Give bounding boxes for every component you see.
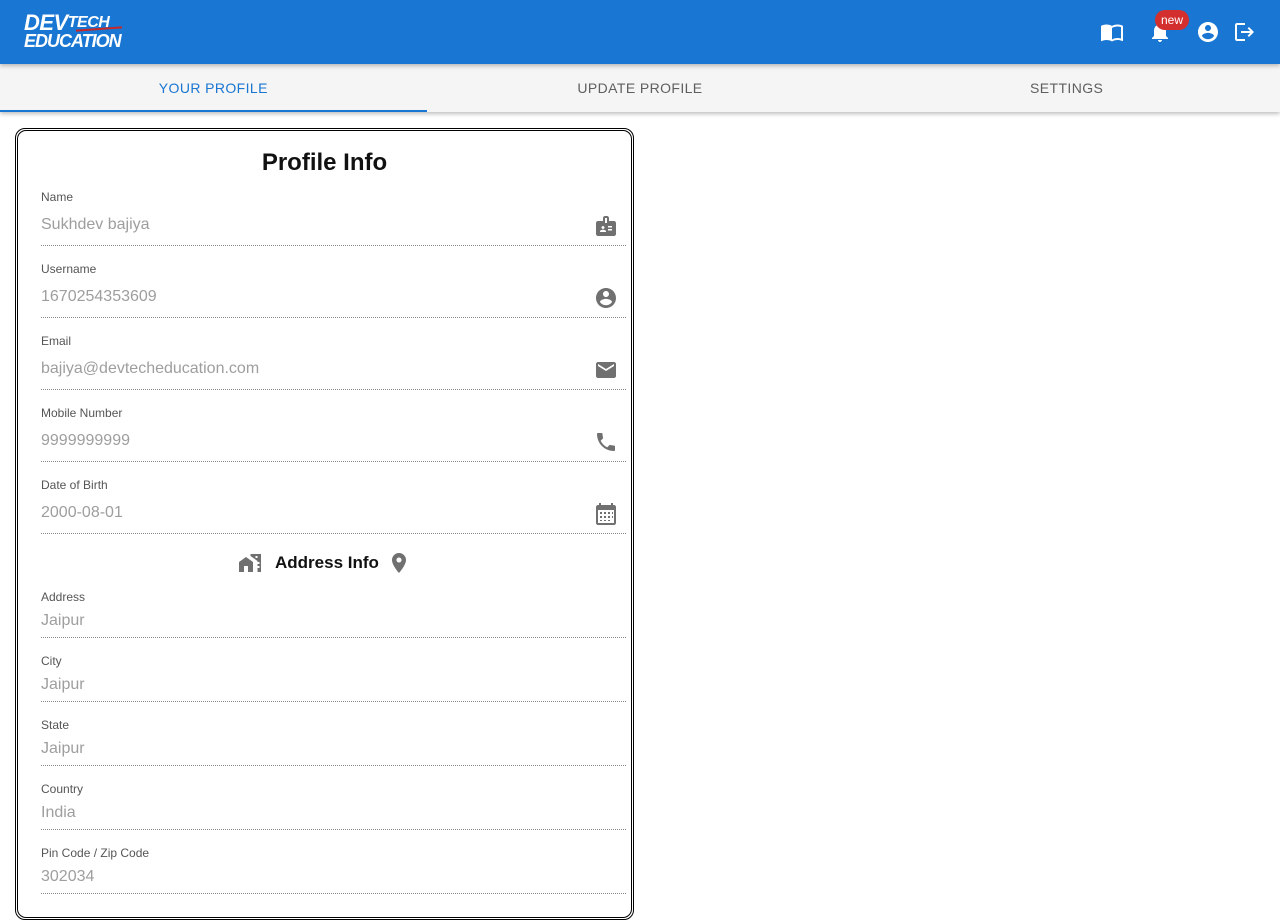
profile-tabs: YOUR PROFILE UPDATE PROFILE SETTINGS <box>0 64 1280 112</box>
state-field[interactable]: State Jaipur <box>41 717 626 766</box>
field-value: 302034 <box>41 868 95 885</box>
date-of-birth-field[interactable]: Date of Birth 2000-08-01 <box>41 477 626 534</box>
country-field[interactable]: Country India <box>41 781 626 830</box>
devtech-logo[interactable]: DEVTECH EDUCATION <box>24 12 126 51</box>
field-value: India <box>41 804 76 821</box>
pin-code-field[interactable]: Pin Code / Zip Code 302034 <box>41 845 626 894</box>
field-label: Pin Code / Zip Code <box>41 846 150 860</box>
account-circle-icon[interactable] <box>1196 20 1220 44</box>
field-label: City <box>41 654 62 668</box>
badge-icon <box>594 214 618 238</box>
field-label: Username <box>41 262 97 276</box>
city-field[interactable]: City Jaipur <box>41 653 626 702</box>
app-bar: DEVTECH EDUCATION new <box>0 0 1280 64</box>
field-value: Jaipur <box>41 676 85 693</box>
phone-icon <box>594 430 618 454</box>
username-field[interactable]: Username 1670254353609 <box>41 261 626 318</box>
email-icon <box>594 358 618 382</box>
calendar-icon <box>594 502 618 526</box>
field-label: Date of Birth <box>41 478 108 492</box>
home-work-icon <box>238 551 262 575</box>
address-field[interactable]: Address Jaipur <box>41 589 626 638</box>
tab-your-profile[interactable]: YOUR PROFILE <box>0 64 427 112</box>
account-circle-icon <box>594 286 618 310</box>
field-label: Name <box>41 190 74 204</box>
field-label: Address <box>41 590 86 604</box>
address-info-title: Address Info <box>275 553 379 572</box>
field-value: bajiya@devtecheducation.com <box>41 360 260 377</box>
field-value: 9999999999 <box>41 432 130 449</box>
profile-card: Profile Info Name Sukhdev bajiya Usernam… <box>15 128 634 920</box>
field-label: Country <box>41 782 84 796</box>
email-field[interactable]: Email bajiya@devtecheducation.com <box>41 333 626 390</box>
profile-info-title: Profile Info <box>261 149 388 176</box>
field-label: State <box>41 718 70 732</box>
tab-settings[interactable]: SETTINGS <box>853 64 1280 112</box>
location-pin-icon <box>387 551 411 575</box>
book-icon[interactable] <box>1100 20 1124 44</box>
field-value: 2000-08-01 <box>41 504 123 521</box>
mobile-number-field[interactable]: Mobile Number 9999999999 <box>41 405 626 462</box>
name-field[interactable]: Name Sukhdev bajiya <box>41 189 626 246</box>
notification-badge: new <box>1155 10 1190 30</box>
field-value: Sukhdev bajiya <box>41 216 150 233</box>
field-label: Email <box>41 334 72 348</box>
field-label: Mobile Number <box>41 406 123 420</box>
tab-update-profile[interactable]: UPDATE PROFILE <box>427 64 854 112</box>
field-value: Jaipur <box>41 740 85 757</box>
field-value: 1670254353609 <box>41 288 157 305</box>
logo-text-education: EDUCATION <box>24 31 122 51</box>
address-info-heading: Address Info <box>16 551 633 575</box>
logout-icon[interactable] <box>1232 20 1256 44</box>
field-value: Jaipur <box>41 612 85 629</box>
